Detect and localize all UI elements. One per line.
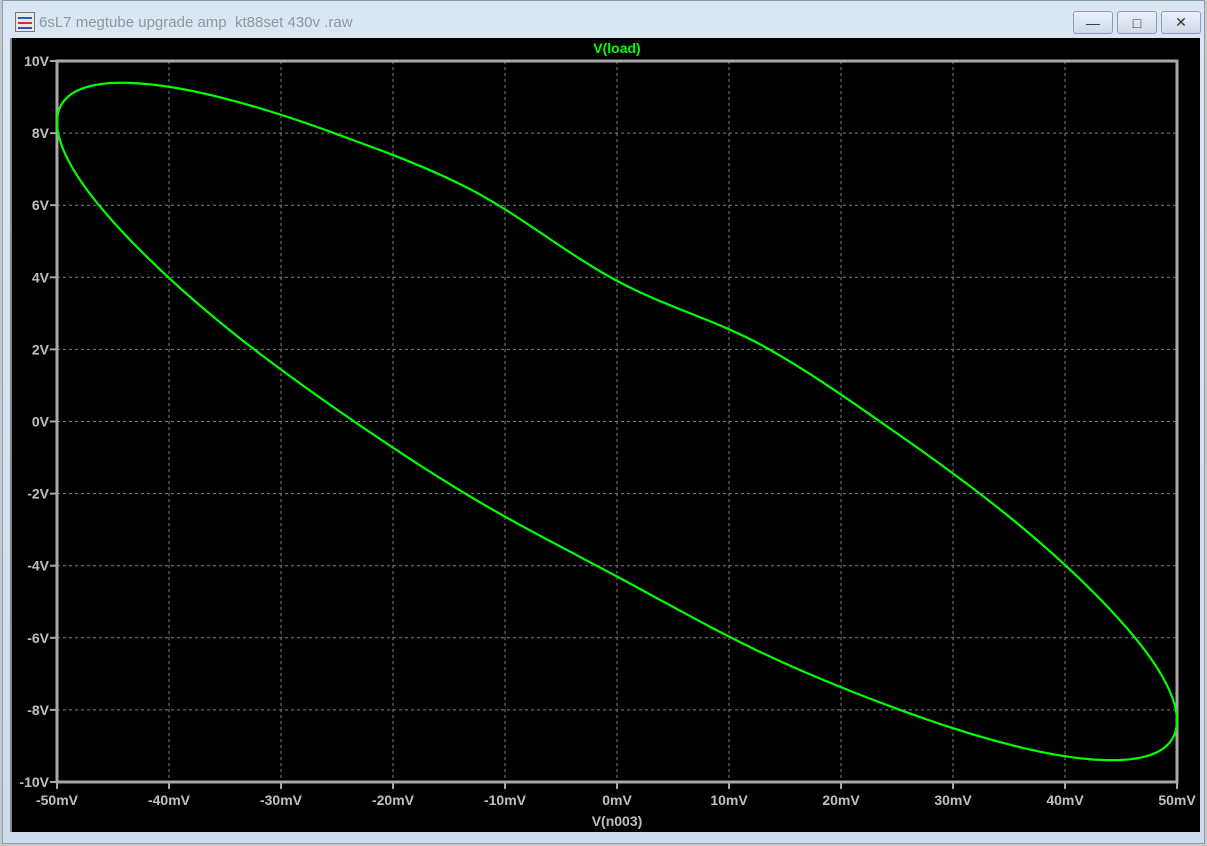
- x-tick-label: -10mV: [484, 792, 527, 808]
- y-tick-label: -2V: [27, 486, 49, 502]
- x-tick-label: 30mV: [934, 792, 972, 808]
- y-tick-label: 8V: [32, 125, 50, 141]
- y-tick-label: -10V: [19, 774, 49, 790]
- y-tick-label: -6V: [27, 630, 49, 646]
- x-tick-label: 50mV: [1158, 792, 1196, 808]
- xy-plot: V(load) -50mV -40mV -30mV -20mV -10mV 0mV 10mV…: [19, 40, 1196, 829]
- x-tick-label: -20mV: [372, 792, 415, 808]
- x-tick-label: -40mV: [148, 792, 191, 808]
- y-tick-label: 2V: [32, 341, 50, 357]
- y-tick-label: -8V: [27, 702, 49, 718]
- x-tick-label: -30mV: [260, 792, 303, 808]
- x-tick-label: 10mV: [710, 792, 748, 808]
- x-tick-label: 0mV: [602, 792, 632, 808]
- x-axis-label: V(n003): [592, 813, 643, 829]
- x-tick-label: 40mV: [1046, 792, 1084, 808]
- y-tick-label: -4V: [27, 558, 49, 574]
- y-tick-label: 10V: [24, 53, 50, 69]
- y-tick-label: 6V: [32, 197, 50, 213]
- trace-title[interactable]: V(load): [593, 40, 640, 56]
- y-tick-label: 0V: [32, 414, 50, 430]
- y-tick-label: 4V: [32, 269, 50, 285]
- x-tick-label: 20mV: [822, 792, 860, 808]
- x-tick-label: -50mV: [36, 792, 79, 808]
